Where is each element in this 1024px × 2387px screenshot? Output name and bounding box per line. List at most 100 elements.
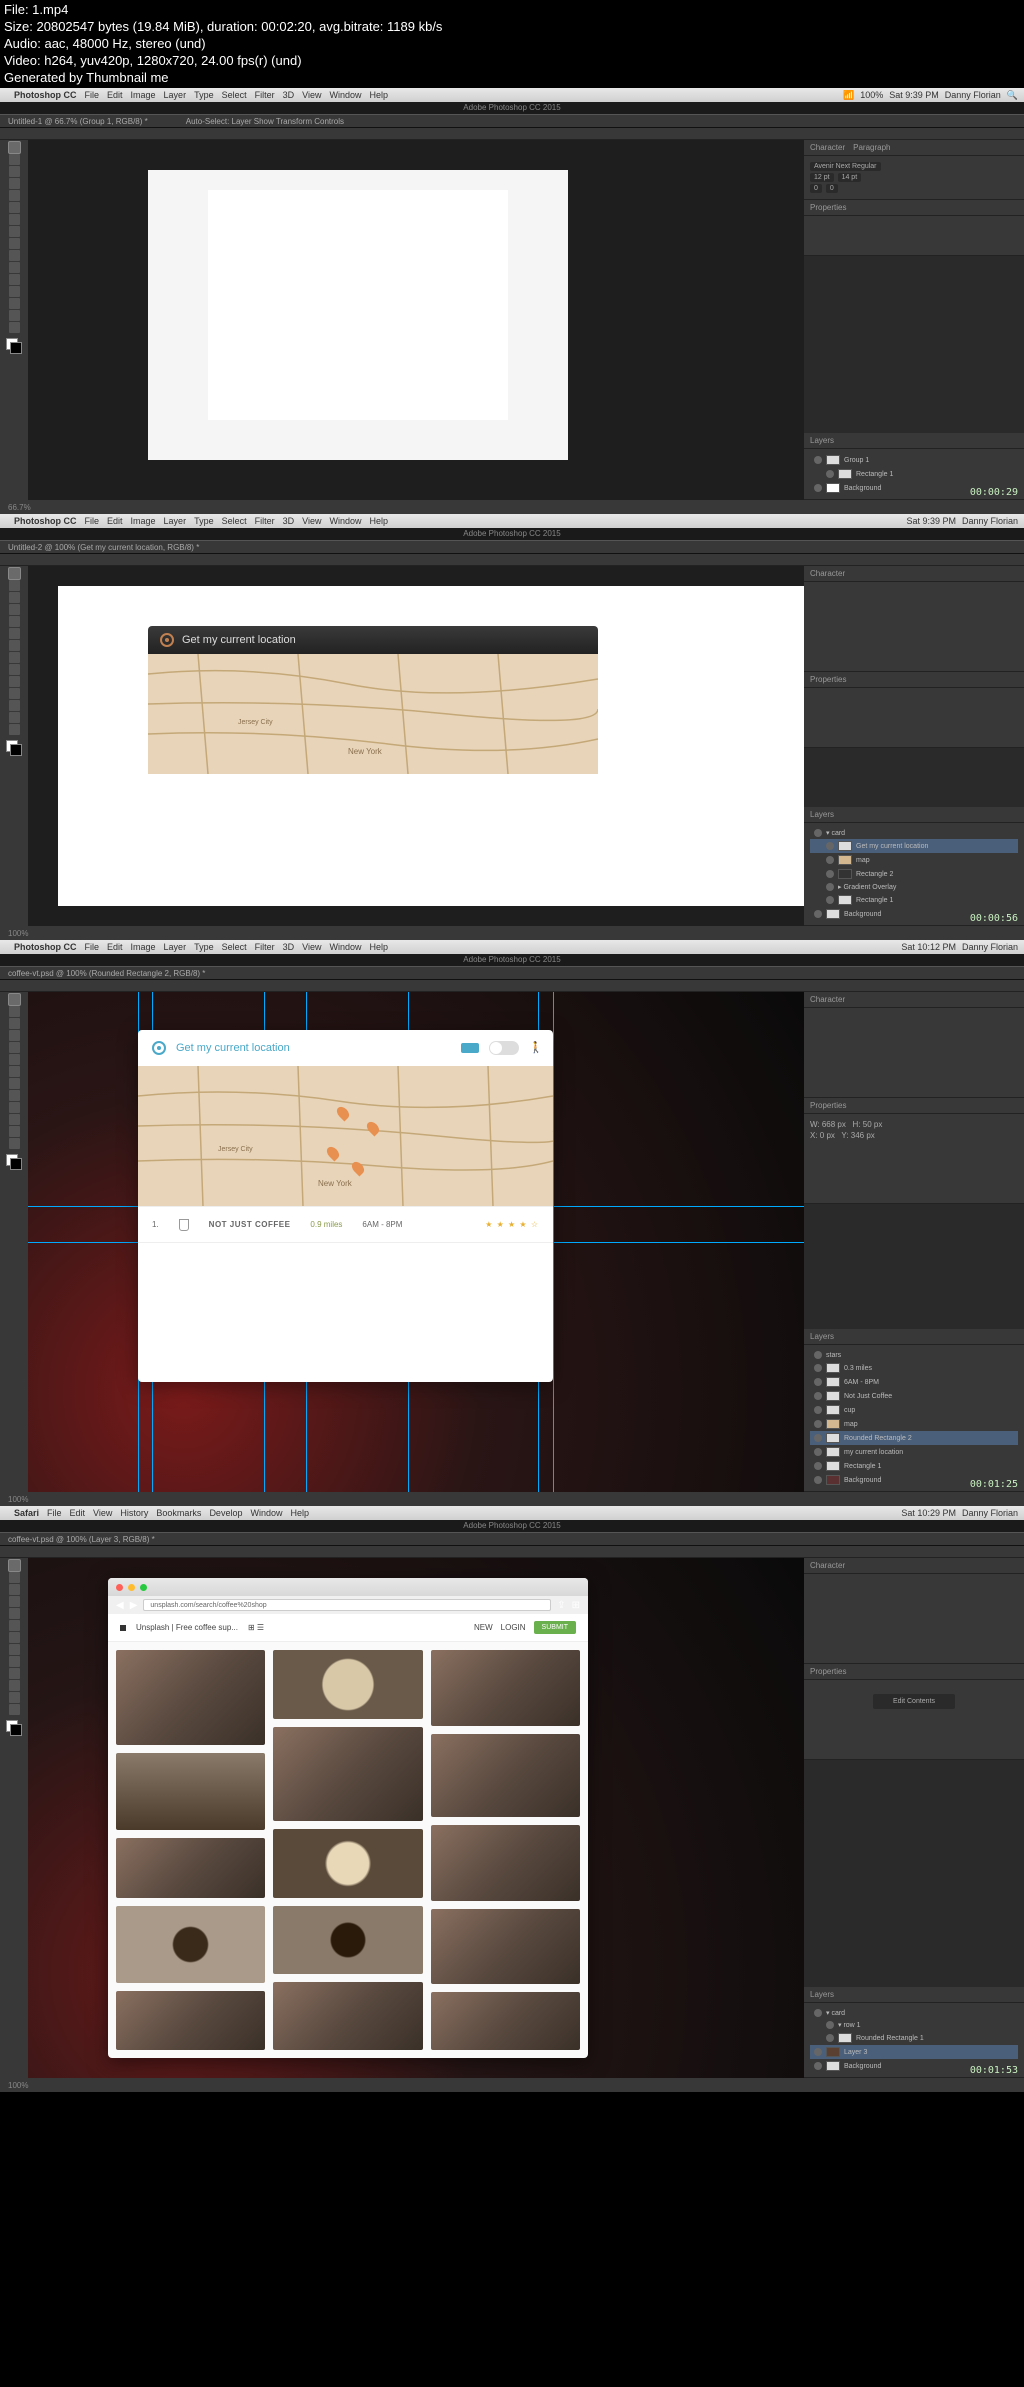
- layers-panel[interactable]: ▾ card Get my current location map Recta…: [804, 823, 1024, 926]
- eye-icon[interactable]: [814, 1476, 822, 1484]
- logo-icon[interactable]: [120, 1625, 126, 1631]
- tab-properties[interactable]: Properties: [810, 1667, 846, 1676]
- eye-icon[interactable]: [826, 896, 834, 904]
- menu-view[interactable]: View: [93, 1508, 112, 1518]
- menu-bookmarks[interactable]: Bookmarks: [156, 1508, 201, 1518]
- menu-help[interactable]: Help: [369, 516, 388, 526]
- tool-icon[interactable]: [9, 1680, 20, 1691]
- menu-edit[interactable]: Edit: [70, 1508, 86, 1518]
- layer-label[interactable]: Rounded Rectangle 2: [844, 1435, 912, 1442]
- tools-panel[interactable]: [0, 1558, 28, 2078]
- eye-icon[interactable]: [814, 2048, 822, 2056]
- app-name[interactable]: Photoshop CC: [14, 942, 77, 952]
- tool-icon[interactable]: [9, 1644, 20, 1655]
- pen-tool-icon[interactable]: [9, 262, 20, 273]
- submit-button[interactable]: SUBMIT: [534, 1621, 576, 1634]
- share-icon[interactable]: ⇪: [557, 1600, 565, 1611]
- mac-menubar[interactable]: Photoshop CC File Edit Image Layer Type …: [0, 88, 1024, 102]
- menu-view[interactable]: View: [302, 90, 321, 100]
- address-bar[interactable]: unsplash.com/search/coffee%20shop: [143, 1599, 551, 1611]
- layer-thumb[interactable]: [826, 1405, 840, 1415]
- minimize-icon[interactable]: [128, 1584, 135, 1591]
- layer-thumb[interactable]: [826, 483, 840, 493]
- layer-label[interactable]: Rounded Rectangle 1: [856, 2035, 924, 2042]
- tool-icon[interactable]: [9, 1656, 20, 1667]
- tool-icon[interactable]: [9, 1054, 20, 1065]
- wand-tool-icon[interactable]: [9, 178, 20, 189]
- doc-tab[interactable]: Untitled-2 @ 100% (Get my current locati…: [8, 543, 199, 552]
- layer-thumb[interactable]: [826, 1377, 840, 1387]
- eye-icon[interactable]: [814, 1364, 822, 1372]
- layer-label[interactable]: stars: [826, 1352, 841, 1359]
- layer-label[interactable]: Get my current location: [856, 843, 928, 850]
- layer-thumb[interactable]: [826, 1461, 840, 1471]
- grid-image[interactable]: [116, 1991, 265, 2051]
- back-button[interactable]: ◀: [116, 1600, 124, 1611]
- eye-icon[interactable]: [814, 1392, 822, 1400]
- nav-login[interactable]: LOGIN: [501, 1623, 526, 1632]
- menu-filter[interactable]: Filter: [255, 90, 275, 100]
- tool-icon[interactable]: [9, 1632, 20, 1643]
- options-bar[interactable]: Untitled-1 @ 66.7% (Group 1, RGB/8) * Au…: [0, 114, 1024, 128]
- tool-icon[interactable]: [9, 580, 20, 591]
- mac-menubar[interactable]: Safari File Edit View History Bookmarks …: [0, 1506, 1024, 1520]
- layer-thumb[interactable]: [838, 841, 852, 851]
- menu-window[interactable]: Window: [329, 90, 361, 100]
- layers-panel[interactable]: stars 0.3 miles 6AM - 8PM Not Just Coffe…: [804, 1345, 1024, 1492]
- type-tool-icon[interactable]: [9, 274, 20, 285]
- menu-select[interactable]: Select: [222, 90, 247, 100]
- tool-icon[interactable]: [9, 1138, 20, 1149]
- eye-icon[interactable]: [826, 470, 834, 478]
- tracking[interactable]: 0: [810, 184, 822, 193]
- tool-icon[interactable]: [9, 1102, 20, 1113]
- layer-label[interactable]: 6AM - 8PM: [844, 1379, 879, 1386]
- grid-image[interactable]: [273, 1982, 422, 2050]
- eyedropper-tool-icon[interactable]: [9, 202, 20, 213]
- eye-icon[interactable]: [814, 484, 822, 492]
- menu-develop[interactable]: Develop: [209, 1508, 242, 1518]
- search-icon[interactable]: 🔍: [1007, 90, 1018, 101]
- menu-layer[interactable]: Layer: [164, 516, 187, 526]
- site-header[interactable]: Unsplash | Free coffee sup... ⊞ ☰ NEW LO…: [108, 1614, 588, 1642]
- eye-icon[interactable]: [826, 883, 834, 891]
- tab-character[interactable]: Character: [810, 1561, 845, 1570]
- layer-label[interactable]: Group 1: [844, 457, 869, 464]
- panels-right[interactable]: Character Properties W: 668 px H: 50 px …: [804, 992, 1024, 1492]
- tab-layers[interactable]: Layers: [810, 1990, 834, 1999]
- menu-history[interactable]: History: [120, 1508, 148, 1518]
- tool-icon[interactable]: [9, 1042, 20, 1053]
- layer-label[interactable]: Layer 3: [844, 2049, 867, 2056]
- grid-image[interactable]: [273, 1829, 422, 1897]
- artboard[interactable]: [148, 170, 568, 460]
- panels-right[interactable]: Character Properties Layers ▾ card Get m…: [804, 566, 1024, 926]
- path-tool-icon[interactable]: [9, 286, 20, 297]
- tool-icon[interactable]: [9, 1692, 20, 1703]
- character-panel[interactable]: [804, 1008, 1024, 1098]
- layer-label[interactable]: Background: [844, 2063, 881, 2070]
- tab-character[interactable]: Character: [810, 569, 845, 578]
- eye-icon[interactable]: [814, 1462, 822, 1470]
- menu-help[interactable]: Help: [369, 90, 388, 100]
- tool-icon[interactable]: [9, 700, 20, 711]
- app-name[interactable]: Photoshop CC: [14, 90, 77, 100]
- clock[interactable]: Sat 9:39 PM: [906, 516, 956, 526]
- tab-paragraph[interactable]: Paragraph: [853, 143, 890, 152]
- menu-type[interactable]: Type: [194, 942, 214, 952]
- tool-icon[interactable]: [9, 1620, 20, 1631]
- tools-panel[interactable]: [0, 140, 28, 500]
- edit-contents-button[interactable]: Edit Contents: [873, 1694, 955, 1709]
- menu-window[interactable]: Window: [250, 1508, 282, 1518]
- menu-3d[interactable]: 3D: [283, 942, 295, 952]
- card-header[interactable]: Get my current location 🚶: [138, 1030, 553, 1066]
- font-size[interactable]: 12 pt: [810, 173, 834, 182]
- doc-tab[interactable]: coffee-vt.psd @ 100% (Layer 3, RGB/8) *: [8, 1535, 155, 1544]
- eye-icon[interactable]: [826, 842, 834, 850]
- shape-tool-icon[interactable]: [9, 298, 20, 309]
- eye-icon[interactable]: [814, 2062, 822, 2070]
- properties-panel[interactable]: [804, 688, 1024, 748]
- eye-icon[interactable]: [826, 856, 834, 864]
- white-rect[interactable]: [208, 190, 508, 420]
- artboard[interactable]: Get my current location New YorkJersey C…: [58, 586, 804, 906]
- menu-3d[interactable]: 3D: [283, 90, 295, 100]
- grid-image[interactable]: [431, 1650, 580, 1725]
